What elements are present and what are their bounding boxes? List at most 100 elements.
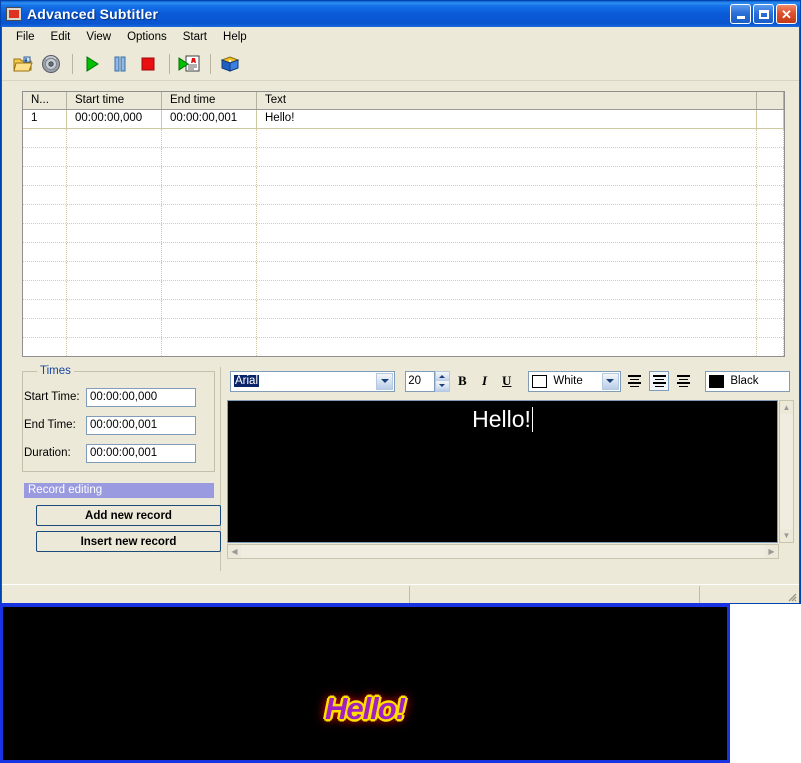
stepper-up-icon[interactable] xyxy=(436,372,448,382)
menu-item-help[interactable]: Help xyxy=(215,29,255,45)
cell-empty xyxy=(162,319,257,337)
client-area: N... Start time End time Text 1 00:00:00… xyxy=(2,81,799,584)
cell-empty xyxy=(23,186,67,204)
bold-button[interactable]: B xyxy=(453,371,472,391)
menu-item-view[interactable]: View xyxy=(78,29,119,45)
editor-vertical-scrollbar[interactable]: ▲ ▼ xyxy=(779,400,794,543)
table-row-empty[interactable] xyxy=(23,262,784,281)
cell-number: 1 xyxy=(23,110,67,128)
background-color-value: Black xyxy=(730,375,758,387)
table-row-empty[interactable] xyxy=(23,148,784,167)
subtitle-grid[interactable]: N... Start time End time Text 1 00:00:00… xyxy=(22,91,785,357)
menu-item-start[interactable]: Start xyxy=(175,29,215,45)
grid-header-number[interactable]: N... xyxy=(23,92,67,109)
stepper-down-icon[interactable] xyxy=(436,381,448,391)
cell-empty xyxy=(67,186,162,204)
grid-header-end-time[interactable]: End time xyxy=(162,92,257,109)
end-time-row: End Time: xyxy=(24,415,204,435)
cell-empty xyxy=(257,319,757,337)
cell-empty xyxy=(757,224,784,242)
cell-empty xyxy=(162,338,257,356)
underline-button[interactable]: U xyxy=(497,371,516,391)
start-time-input[interactable] xyxy=(86,388,196,407)
window-title: Advanced Subtitler xyxy=(27,6,158,22)
close-button[interactable]: ✕ xyxy=(776,4,797,24)
minimize-button[interactable] xyxy=(730,4,751,24)
menu-item-file[interactable]: File xyxy=(8,29,43,45)
cell-empty xyxy=(23,262,67,280)
cell-empty xyxy=(757,281,784,299)
resize-grip-icon[interactable] xyxy=(785,590,797,602)
italic-button[interactable]: I xyxy=(475,371,494,391)
start-time-row: Start Time: xyxy=(24,387,204,407)
table-row-empty[interactable] xyxy=(23,186,784,205)
cell-empty xyxy=(757,205,784,223)
left-edit-panel: Times Start Time: End Time: Duration: Re… xyxy=(16,367,221,571)
subtitle-preview-window[interactable]: Hello! xyxy=(0,603,730,763)
table-row-empty[interactable] xyxy=(23,300,784,319)
maximize-button[interactable] xyxy=(753,4,774,24)
scroll-left-icon[interactable]: ◀ xyxy=(228,545,241,558)
window-controls: ✕ xyxy=(730,4,797,24)
cell-empty xyxy=(67,205,162,223)
cell-empty xyxy=(757,319,784,337)
cell-empty xyxy=(67,167,162,185)
cell-empty xyxy=(257,243,757,261)
end-time-label: End Time: xyxy=(24,419,86,431)
subtitle-text-editor[interactable]: Hello! xyxy=(227,400,778,543)
cell-empty xyxy=(23,243,67,261)
menu-item-edit[interactable]: Edit xyxy=(43,29,79,45)
table-row-empty[interactable] xyxy=(23,224,784,243)
insert-new-record-button[interactable]: Insert new record xyxy=(36,531,221,552)
editor-horizontal-scrollbar[interactable]: ◀ ▶ xyxy=(227,544,779,559)
title-bar[interactable]: Advanced Subtitler ✕ xyxy=(1,1,800,27)
open-file-icon xyxy=(13,55,33,73)
menu-item-options[interactable]: Options xyxy=(119,29,175,45)
cell-empty xyxy=(67,243,162,261)
font-size-stepper[interactable] xyxy=(435,371,449,392)
play-subtitle-button[interactable] xyxy=(176,51,202,77)
align-right-button[interactable] xyxy=(673,371,693,391)
font-size-input[interactable] xyxy=(405,371,435,392)
end-time-input[interactable] xyxy=(86,416,196,435)
text-color-select[interactable]: White xyxy=(528,371,620,392)
open-file-button[interactable] xyxy=(10,51,36,77)
align-left-button[interactable] xyxy=(625,371,645,391)
scroll-up-icon[interactable]: ▲ xyxy=(780,401,793,414)
cell-empty xyxy=(257,338,757,356)
stop-button[interactable] xyxy=(135,51,161,77)
duration-input[interactable] xyxy=(86,444,196,463)
scroll-down-icon[interactable]: ▼ xyxy=(780,529,793,542)
background-color-box[interactable]: Black xyxy=(705,371,790,392)
editor-content[interactable]: Hello! xyxy=(228,401,777,542)
disc-button[interactable] xyxy=(38,51,64,77)
table-row[interactable]: 1 00:00:00,000 00:00:00,001 Hello! xyxy=(23,110,784,129)
table-row-empty[interactable] xyxy=(23,205,784,224)
play-button[interactable] xyxy=(79,51,105,77)
font-name-select[interactable]: Arial xyxy=(230,371,395,392)
cell-empty xyxy=(162,243,257,261)
toolbar-separator xyxy=(210,54,211,74)
table-row-empty[interactable] xyxy=(23,281,784,300)
cell-empty xyxy=(67,319,162,337)
cell-empty xyxy=(162,186,257,204)
table-row-empty[interactable] xyxy=(23,338,784,357)
status-pane-left xyxy=(2,586,410,603)
grid-header-start-time[interactable]: Start time xyxy=(67,92,162,109)
cell-empty xyxy=(162,129,257,147)
chevron-down-icon[interactable] xyxy=(602,373,619,390)
grid-header-text[interactable]: Text xyxy=(257,92,757,109)
add-new-record-button[interactable]: Add new record xyxy=(36,505,221,526)
pause-button[interactable] xyxy=(107,51,133,77)
chevron-down-icon[interactable] xyxy=(376,373,393,390)
book-button[interactable] xyxy=(217,51,243,77)
cell-empty xyxy=(162,262,257,280)
cell-empty xyxy=(757,167,784,185)
cell-empty xyxy=(257,167,757,185)
table-row-empty[interactable] xyxy=(23,243,784,262)
scroll-right-icon[interactable]: ▶ xyxy=(765,545,778,558)
align-center-button[interactable] xyxy=(649,371,669,391)
table-row-empty[interactable] xyxy=(23,167,784,186)
table-row-empty[interactable] xyxy=(23,129,784,148)
table-row-empty[interactable] xyxy=(23,319,784,338)
